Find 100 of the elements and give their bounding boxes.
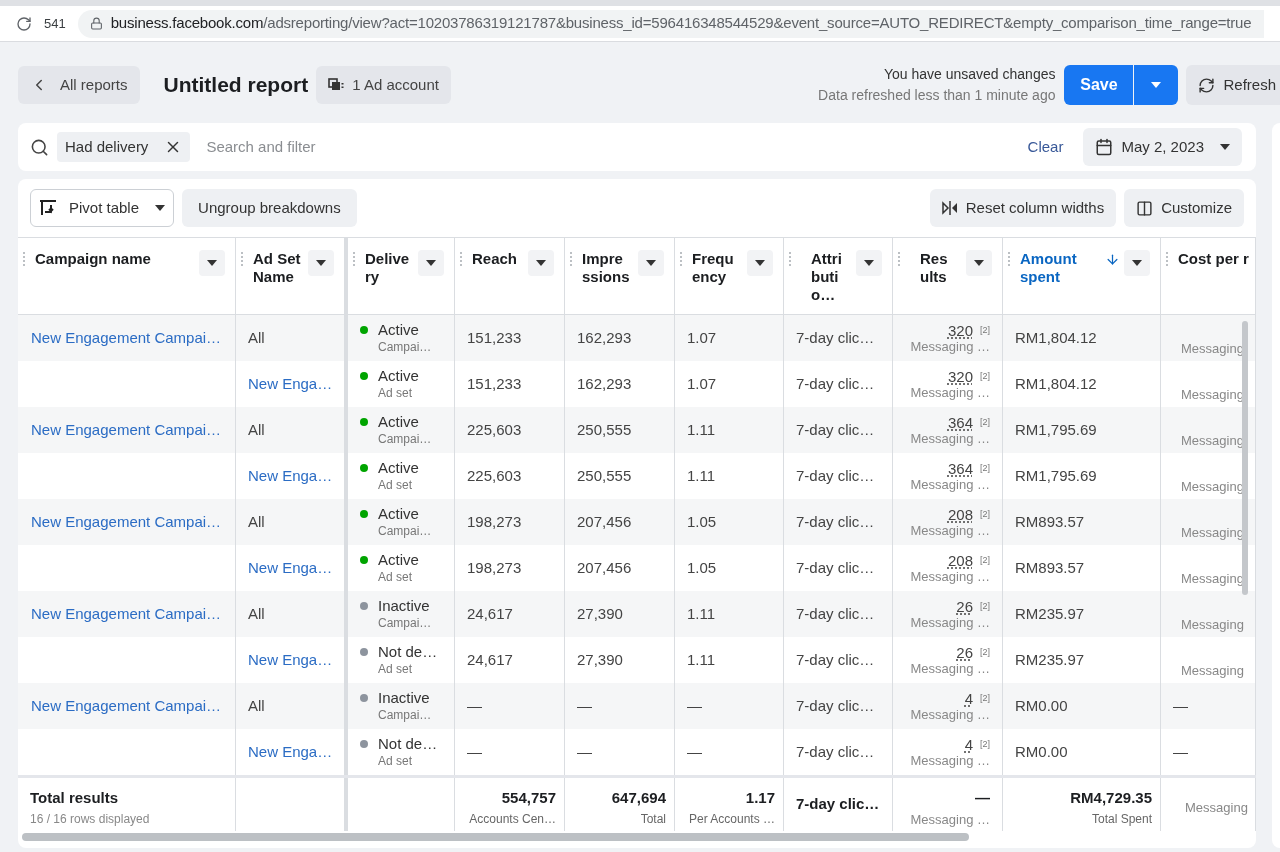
table-cell-text: RM1,795.69 [1015, 465, 1098, 486]
campaign-link[interactable]: New Engagement Campai… [30, 418, 223, 442]
column-title: Delive ry [365, 250, 410, 286]
table-cell-text: Messaging [1181, 661, 1243, 680]
address-bar[interactable]: business.facebook.com/adsreporting/view?act=10203786319121787&business_id=596416348544529&event_source=AUTO_REDIRECT&empty_comparison_time_range=true [77, 9, 1264, 38]
column-menu-button[interactable] [199, 250, 225, 276]
results-value[interactable]: 364 [947, 459, 973, 477]
table-cell-text: Messaging [1181, 615, 1243, 634]
ad-set-link[interactable]: New Enga… [248, 648, 332, 672]
column-menu-button[interactable] [418, 250, 444, 276]
table-cell-text: 1.07 [687, 373, 718, 394]
table-cell-text: All [248, 695, 266, 716]
table-cell-text: 7-day clic… [796, 419, 876, 440]
results-value[interactable]: 26 [956, 643, 973, 661]
results-value[interactable]: 208 [947, 551, 973, 569]
ad-set-link[interactable]: New Enga… [248, 556, 332, 580]
ad-account-button[interactable]: 1 Ad account [316, 66, 451, 104]
table-cell-text: — [687, 741, 703, 762]
column-header[interactable]: Cost per r [1161, 238, 1256, 314]
sort-descending-icon [1105, 252, 1120, 267]
column-menu-button[interactable] [528, 250, 554, 276]
column-resize-icon [941, 201, 958, 215]
filter-chip[interactable]: Had delivery [57, 132, 191, 162]
column-menu-button[interactable] [1124, 250, 1150, 276]
customize-button[interactable]: Customize [1124, 189, 1244, 227]
column-header[interactable]: Reach [455, 238, 565, 314]
table-cell-text: All [248, 327, 266, 348]
results-footnote: [2] [980, 691, 990, 705]
table-cell-text: 7-day clic… [796, 741, 876, 762]
column-menu-button[interactable] [856, 250, 882, 276]
reset-column-widths-button[interactable]: Reset column widths [929, 189, 1117, 227]
unsaved-changes-text: You have unsaved changes [883, 65, 1056, 84]
filter-bar[interactable]: Had delivery Search and filter Clear May 2, 2023 [18, 123, 1256, 171]
save-button[interactable]: Save [1064, 65, 1134, 105]
rows-displayed-text: 16 / 16 rows displayed [30, 810, 151, 828]
table-cell-text: RM893.57 [1015, 511, 1086, 532]
table-cell-text: — [577, 741, 593, 762]
column-header[interactable]: Res ults [893, 238, 1003, 314]
column-menu-button[interactable] [966, 250, 992, 276]
results-type: Messaging … [910, 568, 990, 585]
column-header[interactable]: Frequ ency [675, 238, 784, 314]
results-footnote: [2] [980, 599, 990, 613]
ad-set-link[interactable]: New Enga… [248, 740, 332, 764]
campaign-link[interactable]: New Engagement Campai… [30, 510, 223, 534]
delivery-status: Active [378, 459, 419, 477]
search-icon [30, 137, 49, 157]
pivot-table-button[interactable]: Pivot table [30, 189, 175, 227]
vertical-scrollbar[interactable] [1242, 321, 1248, 595]
table-cell-text: 1.11 [687, 419, 717, 440]
results-value[interactable]: 4 [964, 689, 973, 707]
column-header[interactable]: Campaign name [18, 238, 236, 314]
results-value[interactable]: 364 [947, 413, 973, 431]
table-cell-text: Messaging [1181, 385, 1243, 404]
delivery-level: Ad set [378, 661, 414, 677]
calendar-icon [1095, 138, 1114, 156]
results-value[interactable]: 320 [947, 367, 973, 385]
refresh-button[interactable]: Refresh [1186, 65, 1280, 105]
column-header[interactable]: Ad Set Name [236, 238, 345, 314]
total-results: — [975, 788, 990, 808]
table-cell-text: RM235.97 [1015, 649, 1086, 670]
column-title: Amount spent [1020, 250, 1077, 286]
campaign-link[interactable]: New Engagement Campai… [30, 602, 223, 626]
clear-link[interactable]: Clear [1027, 135, 1064, 159]
ad-set-link[interactable]: New Enga… [248, 372, 332, 396]
save-options-button[interactable] [1134, 65, 1179, 105]
horizontal-scrollbar[interactable] [22, 833, 969, 841]
column-header[interactable]: Impre ssions [565, 238, 675, 314]
delivery-level: Campai… [378, 431, 433, 447]
column-menu-button[interactable] [308, 250, 334, 276]
results-value[interactable]: 4 [964, 735, 973, 753]
ad-set-link[interactable]: New Enga… [248, 464, 332, 488]
results-value[interactable]: 26 [956, 597, 973, 615]
table-cell-text: 7-day clic… [796, 511, 876, 532]
campaign-link[interactable]: New Engagement Campai… [30, 326, 223, 350]
caret-icon [864, 260, 874, 266]
delivery-status: Active [378, 551, 419, 569]
table-cell-text: 7-day clic… [796, 373, 876, 394]
column-header[interactable]: Attri buti o… [784, 238, 893, 314]
table-cell-text: 1.11 [687, 465, 717, 486]
campaign-link[interactable]: New Engagement Campai… [30, 694, 223, 718]
results-type: Messaging … [910, 338, 990, 355]
column-menu-button[interactable] [747, 250, 773, 276]
table-cell-text: 7-day clic… [796, 695, 876, 716]
total-frequency: 1.17 [745, 788, 775, 808]
date-picker-button[interactable]: May 2, 2023 [1083, 128, 1242, 166]
results-type: Messaging … [910, 384, 990, 401]
delivery-level: Campai… [378, 339, 433, 355]
results-type: Messaging … [910, 706, 990, 723]
table-cell-text: 207,456 [577, 511, 633, 532]
search-field[interactable]: Search and filter [206, 135, 1020, 159]
column-menu-button[interactable] [638, 250, 664, 276]
all-reports-button[interactable]: All reports [18, 66, 140, 104]
results-value[interactable]: 208 [947, 505, 973, 523]
reload-icon[interactable] [16, 15, 32, 32]
results-type: Messaging … [910, 430, 990, 447]
column-title: Attri buti o… [810, 250, 842, 304]
results-value[interactable]: 320 [947, 321, 973, 339]
table-cell-text: All [248, 419, 266, 440]
ungroup-breakdowns-button[interactable]: Ungroup breakdowns [182, 189, 357, 227]
column-header[interactable]: Amount spent [1003, 238, 1161, 314]
